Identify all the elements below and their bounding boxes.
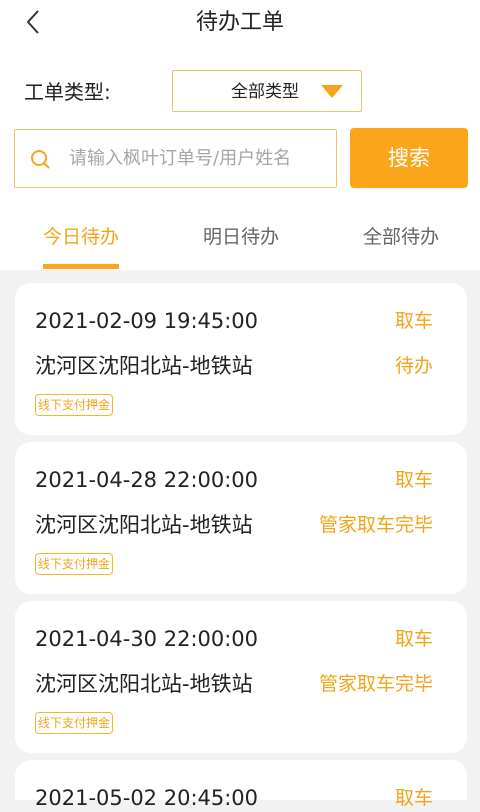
order-location: 沈河区沈阳北站-地铁站 — [35, 513, 253, 537]
order-type-select[interactable]: 全部类型 — [172, 70, 362, 112]
order-status: 待办 — [394, 355, 433, 377]
search-icon — [31, 150, 50, 169]
order-card[interactable]: 2021-05-02 20:45:00 取车 — [15, 760, 467, 810]
order-time: 2021-02-09 19:45:00 — [35, 309, 259, 333]
order-status: 管家取车完毕 — [318, 673, 433, 695]
page-title: 待办工单 — [195, 10, 284, 35]
triangle-down-icon — [321, 85, 343, 98]
order-action: 取车 — [394, 469, 433, 491]
order-action: 取车 — [394, 310, 433, 332]
tab-tomorrow[interactable]: 明日待办 — [194, 222, 288, 252]
order-action: 取车 — [394, 628, 433, 650]
order-time: 2021-05-02 20:45:00 — [35, 786, 259, 810]
payment-badge: 线下支付押金 — [35, 712, 114, 734]
order-location: 沈河区沈阳北站-地铁站 — [35, 672, 253, 696]
tab-all[interactable]: 全部待办 — [354, 222, 448, 252]
order-time: 2021-04-30 22:00:00 — [35, 627, 259, 651]
order-time: 2021-04-28 22:00:00 — [35, 468, 259, 492]
order-type-value: 全部类型 — [231, 82, 299, 102]
search-input[interactable] — [69, 130, 329, 187]
chevron-left-icon — [26, 10, 39, 34]
top-panel: 待办工单 工单类型: 全部类型 搜索 今日待办 明日待办 全部待办 — [0, 0, 480, 270]
payment-badge: 线下支付押金 — [35, 394, 114, 416]
payment-badge: 线下支付押金 — [35, 553, 114, 575]
search-field[interactable] — [14, 129, 337, 188]
order-status: 管家取车完毕 — [318, 514, 433, 536]
order-type-label: 工单类型: — [24, 80, 111, 104]
order-card[interactable]: 2021-04-30 22:00:00 取车 沈河区沈阳北站-地铁站 管家取车完… — [15, 601, 467, 753]
search-button[interactable]: 搜索 — [350, 128, 468, 188]
order-action: 取车 — [394, 787, 433, 809]
tab-today[interactable]: 今日待办 — [34, 222, 128, 252]
back-button[interactable] — [22, 8, 50, 36]
order-card[interactable]: 2021-04-28 22:00:00 取车 沈河区沈阳北站-地铁站 管家取车完… — [15, 442, 467, 594]
order-location: 沈河区沈阳北站-地铁站 — [35, 354, 253, 378]
active-tab-indicator — [43, 264, 119, 269]
order-card[interactable]: 2021-02-09 19:45:00 取车 沈河区沈阳北站-地铁站 待办 线下… — [15, 283, 467, 435]
